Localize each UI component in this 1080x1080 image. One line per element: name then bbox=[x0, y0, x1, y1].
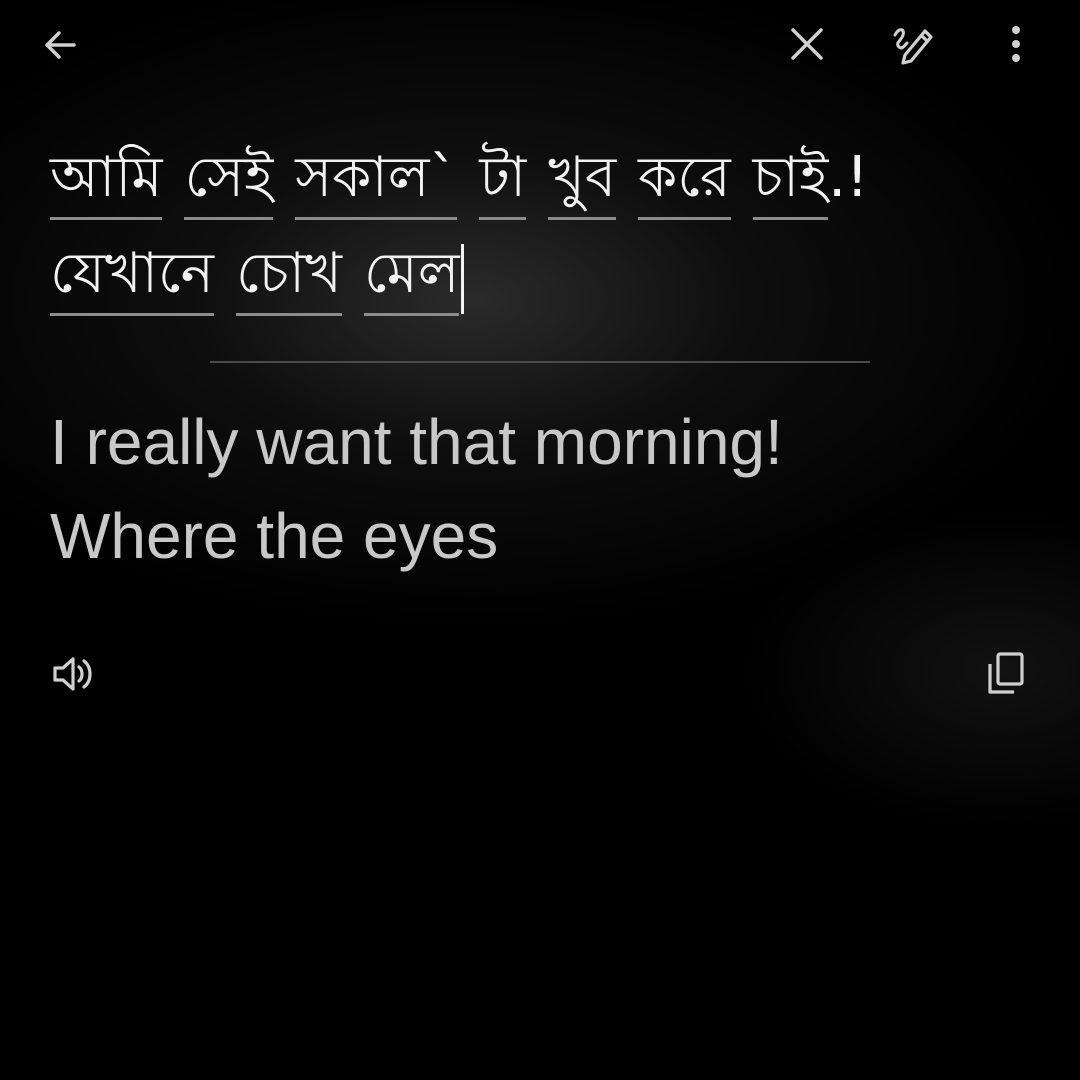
source-line-2: যেখানে চোখ মেল bbox=[50, 236, 1040, 316]
source-word[interactable]: টা bbox=[479, 143, 527, 220]
source-word[interactable]: চাই bbox=[752, 143, 829, 220]
text-cursor bbox=[461, 244, 465, 314]
divider bbox=[210, 361, 870, 363]
copy-icon bbox=[988, 652, 1024, 694]
source-text-input[interactable]: আমি সেই সকাল` টা খুব করে চাই .! যেখানে চ… bbox=[50, 140, 1040, 340]
source-word[interactable]: খুব bbox=[548, 143, 617, 220]
translation-line-2: Where the eyes bbox=[50, 500, 499, 572]
handwriting-button[interactable] bbox=[884, 14, 944, 74]
copy-button[interactable] bbox=[974, 642, 1038, 706]
arrow-left-icon bbox=[45, 31, 76, 59]
translation-output: I really want that morning! Where the ey… bbox=[50, 395, 1040, 583]
top-toolbar bbox=[0, 0, 1080, 90]
listen-button[interactable] bbox=[42, 642, 106, 706]
source-line-1: আমি সেই সকাল` টা খুব করে চাই .! bbox=[50, 140, 1040, 220]
source-word[interactable]: সকাল` bbox=[295, 143, 458, 220]
source-word[interactable]: যেখানে bbox=[50, 239, 214, 316]
handwriting-pen-icon bbox=[893, 28, 933, 65]
source-word[interactable]: করে bbox=[638, 143, 731, 220]
translation-line-1: I really want that morning! bbox=[50, 406, 783, 478]
more-vertical-icon bbox=[1012, 26, 1020, 62]
source-word[interactable]: মেল bbox=[363, 239, 460, 316]
more-options-button[interactable] bbox=[986, 14, 1046, 74]
speaker-icon bbox=[53, 657, 92, 691]
clear-button[interactable] bbox=[777, 14, 837, 74]
source-word[interactable]: আমি bbox=[50, 143, 163, 220]
source-punctuation: .! bbox=[828, 145, 869, 210]
source-word[interactable]: সেই bbox=[184, 143, 274, 220]
back-button[interactable] bbox=[30, 15, 90, 75]
close-icon bbox=[791, 28, 823, 60]
source-word[interactable]: চোখ bbox=[235, 239, 342, 316]
